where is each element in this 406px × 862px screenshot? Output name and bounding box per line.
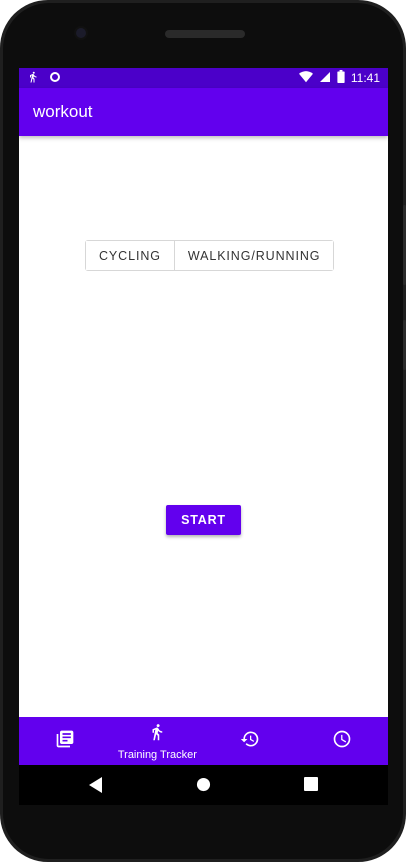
back-icon[interactable] bbox=[89, 777, 103, 798]
nav-item-training-tracker[interactable]: Training Tracker bbox=[111, 717, 203, 765]
status-icons-left bbox=[27, 70, 61, 87]
running-figure-icon bbox=[27, 70, 39, 87]
phone-frame: 11:41 workout CYCLING WALKING/RUNNING ST… bbox=[0, 0, 406, 862]
library-icon bbox=[55, 729, 75, 754]
status-time: 11:41 bbox=[350, 71, 380, 85]
start-button[interactable]: START bbox=[166, 505, 241, 535]
nav-label-training-tracker: Training Tracker bbox=[117, 748, 197, 761]
clock-icon bbox=[332, 729, 352, 754]
history-icon bbox=[240, 729, 260, 754]
home-icon[interactable] bbox=[196, 777, 211, 797]
front-camera bbox=[76, 28, 86, 38]
running-figure-icon bbox=[148, 722, 166, 747]
status-bar: 11:41 bbox=[19, 68, 388, 88]
nav-item-library[interactable] bbox=[19, 717, 111, 765]
app-bar: workout bbox=[19, 88, 388, 136]
signal-icon bbox=[319, 71, 331, 86]
status-icons-right: 11:41 bbox=[298, 70, 380, 86]
earpiece-speaker bbox=[165, 30, 245, 38]
activity-toggle-group: CYCLING WALKING/RUNNING bbox=[85, 240, 335, 271]
bottom-navigation: Training Tracker bbox=[19, 717, 388, 765]
cycling-toggle-button[interactable]: CYCLING bbox=[86, 241, 174, 270]
recents-icon[interactable] bbox=[304, 777, 318, 796]
circle-sync-icon bbox=[49, 71, 61, 86]
nav-item-clock[interactable] bbox=[296, 717, 388, 765]
system-navigation-bar bbox=[19, 765, 388, 805]
nav-item-history[interactable] bbox=[204, 717, 296, 765]
app-screen: 11:41 workout CYCLING WALKING/RUNNING ST… bbox=[19, 68, 388, 765]
wifi-icon bbox=[298, 70, 313, 86]
app-title: workout bbox=[33, 102, 93, 121]
walking-running-toggle-button[interactable]: WALKING/RUNNING bbox=[173, 241, 334, 270]
battery-icon bbox=[337, 70, 345, 86]
